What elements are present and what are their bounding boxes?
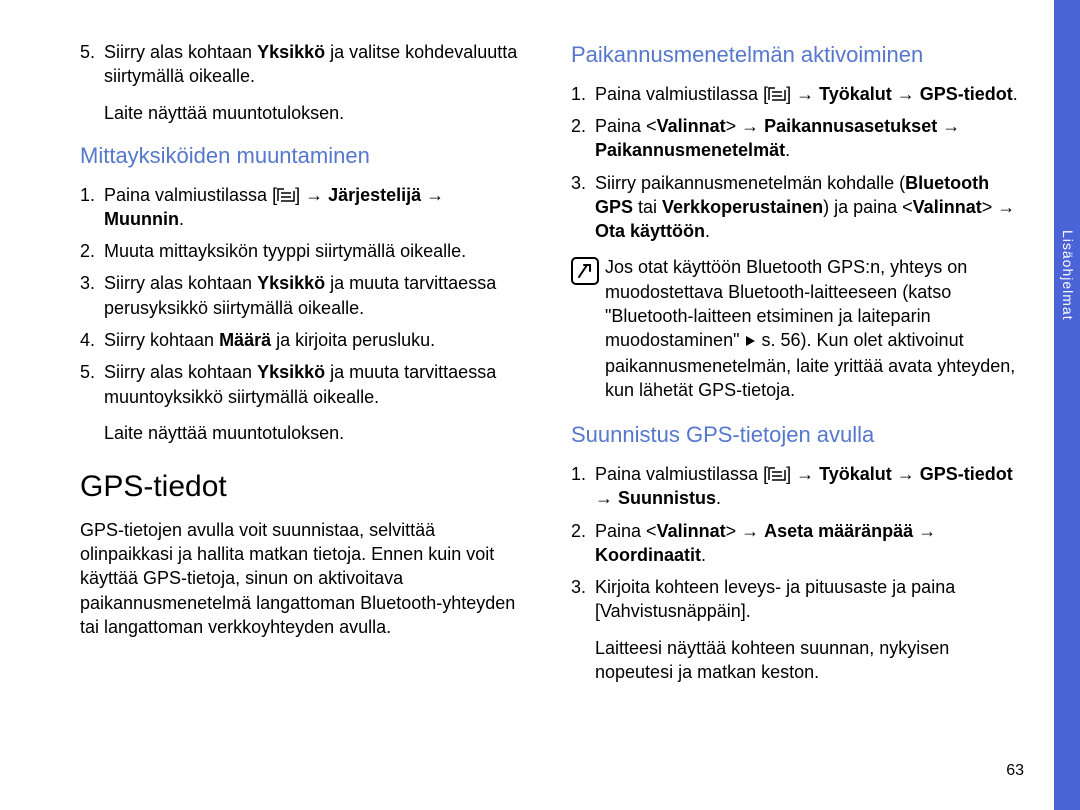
list-item: 1. Paina valmiustilassa [] → Työkalut → …: [571, 462, 1020, 511]
currency-steps-continued: 5. Siirry alas kohtaan Yksikkö ja valits…: [80, 40, 529, 89]
list-item: 1. Paina valmiustilassa [] → Työkalut → …: [571, 82, 1020, 106]
step-text: Paina <Valinnat> → Aseta määränpää → Koo…: [595, 519, 1020, 568]
step-number: 2.: [571, 519, 595, 568]
step-text: Kirjoita kohteen leveys- ja pituusaste j…: [595, 575, 1020, 624]
list-item: 2. Paina <Valinnat> → Aseta määränpää → …: [571, 519, 1020, 568]
navigate-gps-steps: 1. Paina valmiustilassa [] → Työkalut → …: [571, 462, 1020, 624]
step-number: 3.: [80, 271, 104, 320]
result-text: Laite näyttää muuntotuloksen.: [80, 101, 529, 125]
list-item: 3. Kirjoita kohteen leveys- ja pituusast…: [571, 575, 1020, 624]
step-number: 5.: [80, 40, 104, 89]
step-text: Paina valmiustilassa [] → Järjestelijä →…: [104, 183, 529, 232]
list-item: 5. Siirry alas kohtaan Yksikkö ja muuta …: [80, 360, 529, 409]
heading-navigate-gps: Suunnistus GPS-tietojen avulla: [571, 420, 1020, 450]
heading-activate-positioning: Paikannusmenetelmän aktivoiminen: [571, 40, 1020, 70]
heading-unit-conversion: Mittayksiköiden muuntaminen: [80, 141, 529, 171]
step-text: Siirry alas kohtaan Yksikkö ja valitse k…: [104, 40, 529, 89]
triangle-right-icon: [744, 329, 756, 353]
note-icon: [571, 257, 599, 285]
note-icon-wrap: [571, 255, 605, 402]
result-text: Laitteesi näyttää kohteen suunnan, nykyi…: [571, 636, 1020, 685]
list-item: 3. Siirry alas kohtaan Yksikkö ja muuta …: [80, 271, 529, 320]
step-number: 1.: [571, 82, 595, 106]
note-box: Jos otat käyttöön Bluetooth GPS:n, yhtey…: [571, 255, 1020, 402]
step-number: 5.: [80, 360, 104, 409]
list-item: 5. Siirry alas kohtaan Yksikkö ja valits…: [80, 40, 529, 89]
step-number: 1.: [571, 462, 595, 511]
step-number: 1.: [80, 183, 104, 232]
step-number: 2.: [80, 239, 104, 263]
menu-key-icon: [768, 463, 786, 477]
step-number: 4.: [80, 328, 104, 352]
list-item: 4. Siirry kohtaan Määrä ja kirjoita peru…: [80, 328, 529, 352]
unit-conversion-steps: 1. Paina valmiustilassa [] → Järjestelij…: [80, 183, 529, 409]
step-number: 2.: [571, 114, 595, 163]
step-text: Muuta mittayksikön tyyppi siirtymällä oi…: [104, 239, 529, 263]
right-column: Paikannusmenetelmän aktivoiminen 1. Pain…: [571, 40, 1020, 694]
step-text: Siirry kohtaan Määrä ja kirjoita peruslu…: [104, 328, 529, 352]
step-text: Siirry alas kohtaan Yksikkö ja muuta tar…: [104, 360, 529, 409]
step-text: Paina valmiustilassa [] → Työkalut → GPS…: [595, 462, 1020, 511]
note-text: Jos otat käyttöön Bluetooth GPS:n, yhtey…: [605, 255, 1020, 402]
menu-key-icon: [277, 184, 295, 198]
side-label: Lisäohjelmat: [1060, 230, 1076, 321]
step-text: Paina valmiustilassa [] → Työkalut → GPS…: [595, 82, 1020, 106]
two-column-layout: 5. Siirry alas kohtaan Yksikkö ja valits…: [80, 40, 1020, 694]
step-text: Siirry alas kohtaan Yksikkö ja muuta tar…: [104, 271, 529, 320]
step-number: 3.: [571, 575, 595, 624]
left-column: 5. Siirry alas kohtaan Yksikkö ja valits…: [80, 40, 529, 694]
side-tab: [1054, 0, 1080, 810]
list-item: 2. Paina <Valinnat> → Paikannusasetukset…: [571, 114, 1020, 163]
step-text: Siirry paikannusmenetelmän kohdalle (Blu…: [595, 171, 1020, 244]
menu-key-icon: [768, 83, 786, 97]
result-text: Laite näyttää muuntotuloksen.: [80, 421, 529, 445]
heading-gps-data: GPS-tiedot: [80, 467, 529, 508]
list-item: 2. Muuta mittayksikön tyyppi siirtymällä…: [80, 239, 529, 263]
step-text: Paina <Valinnat> → Paikannusasetukset → …: [595, 114, 1020, 163]
list-item: 1. Paina valmiustilassa [] → Järjestelij…: [80, 183, 529, 232]
page-number: 63: [1006, 762, 1024, 780]
list-item: 3. Siirry paikannusmenetelmän kohdalle (…: [571, 171, 1020, 244]
step-number: 3.: [571, 171, 595, 244]
activate-positioning-steps: 1. Paina valmiustilassa [] → Työkalut → …: [571, 82, 1020, 244]
gps-intro-text: GPS-tietojen avulla voit suunnistaa, sel…: [80, 518, 529, 639]
manual-page: 5. Siirry alas kohtaan Yksikkö ja valits…: [0, 0, 1080, 810]
